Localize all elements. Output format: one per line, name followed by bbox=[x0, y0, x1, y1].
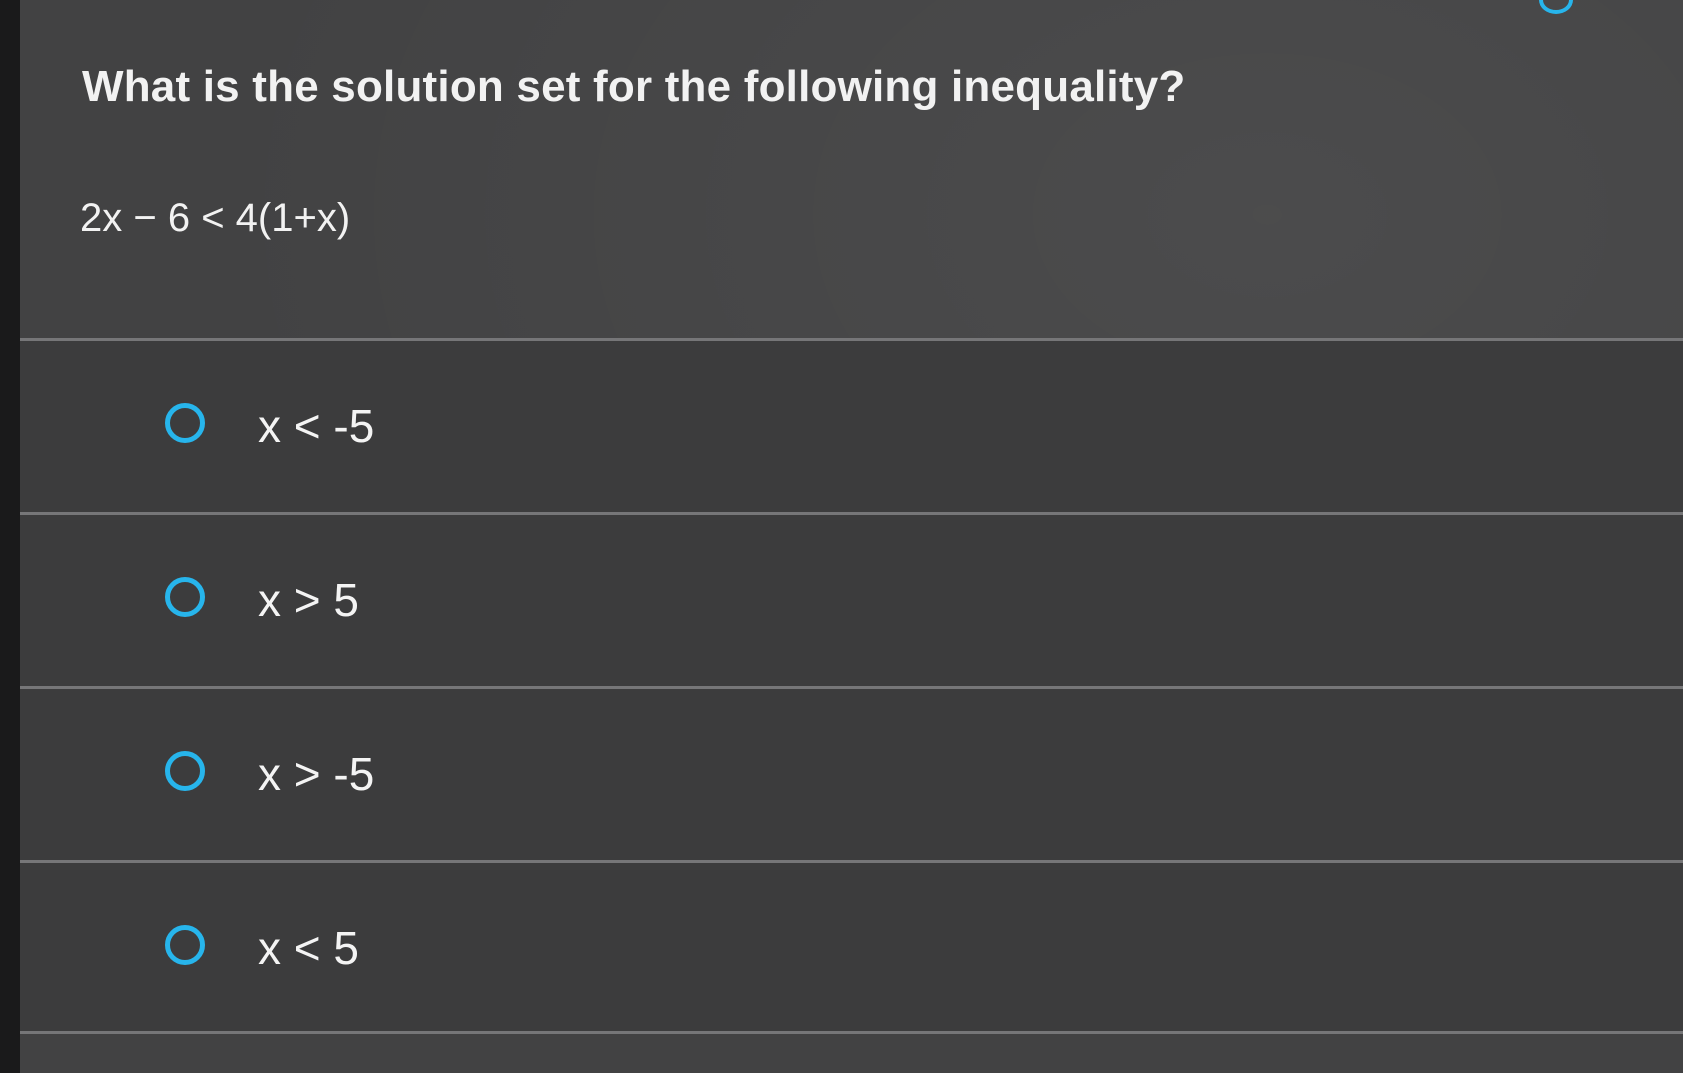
answer-option-label: x < -5 bbox=[258, 400, 375, 452]
radio-button-icon[interactable] bbox=[165, 751, 205, 791]
question-text: What is the solution set for the followi… bbox=[82, 62, 1186, 111]
answer-option[interactable]: x < -5 bbox=[20, 338, 1683, 512]
answer-option[interactable]: x > -5 bbox=[20, 686, 1683, 860]
answer-option[interactable]: x > 5 bbox=[20, 512, 1683, 686]
answer-option-label: x > 5 bbox=[258, 574, 360, 626]
radio-button-icon[interactable] bbox=[165, 577, 205, 617]
answer-option[interactable]: x < 5 bbox=[20, 860, 1683, 1034]
inequality-equation: 2x − 6 < 4(1+x) bbox=[80, 196, 351, 240]
radio-button-icon[interactable] bbox=[165, 403, 205, 443]
answer-option-label: x < 5 bbox=[258, 922, 360, 974]
answer-options: x < -5 x > 5 x > -5 x < 5 bbox=[20, 338, 1683, 1034]
radio-button-icon[interactable] bbox=[165, 925, 205, 965]
status-icon bbox=[1539, 0, 1573, 14]
answer-option-label: x > -5 bbox=[258, 748, 375, 800]
quiz-screen: What is the solution set for the followi… bbox=[20, 0, 1683, 1073]
